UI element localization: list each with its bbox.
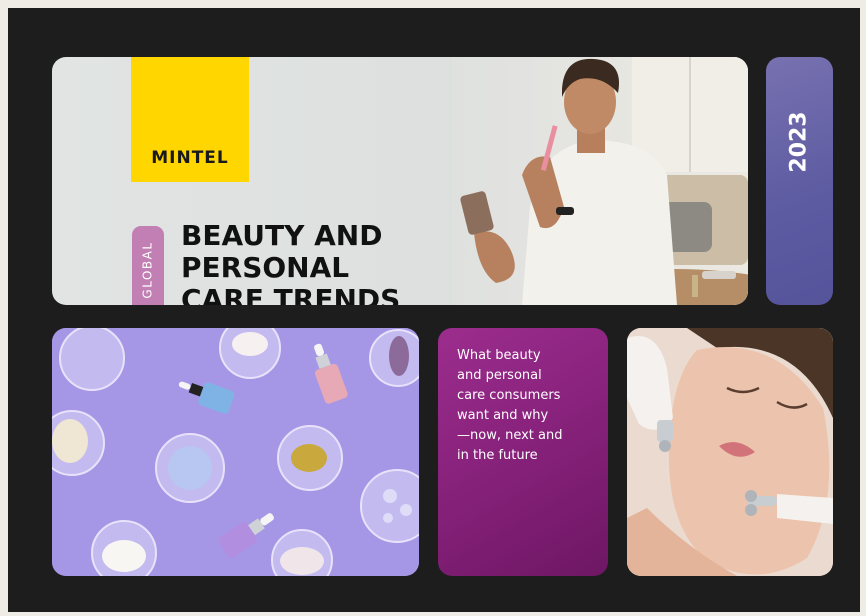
tagline-line: —now, next and bbox=[457, 428, 563, 443]
hero-banner: MINTEL GLOBAL BEAUTY AND PERSONAL CARE T… bbox=[52, 57, 748, 305]
tagline-line: want and why bbox=[457, 408, 549, 423]
tagline-line: What beauty bbox=[457, 348, 541, 363]
man-applying-makeup-photo bbox=[452, 57, 748, 305]
global-badge-label: GLOBAL bbox=[141, 241, 156, 299]
tagline-line: in the future bbox=[457, 448, 538, 463]
report-title-line: PERSONAL bbox=[181, 251, 350, 284]
report-cover: MINTEL GLOBAL BEAUTY AND PERSONAL CARE T… bbox=[8, 8, 860, 612]
facial-treatment-photo bbox=[627, 328, 833, 576]
tagline-line: care consumers bbox=[457, 388, 561, 403]
tagline-text: What beauty and personal care consumers … bbox=[457, 346, 607, 466]
skincare-products-photo-tile bbox=[52, 328, 419, 576]
report-title-line: CARE TRENDS bbox=[181, 283, 401, 306]
skincare-products-photo bbox=[52, 328, 419, 576]
report-title: BEAUTY AND PERSONAL CARE TRENDS bbox=[181, 219, 401, 306]
mintel-logo: MINTEL bbox=[131, 57, 249, 182]
tagline-tile: What beauty and personal care consumers … bbox=[438, 328, 608, 576]
facial-treatment-photo-tile bbox=[627, 328, 833, 576]
year-badge: 2023 bbox=[766, 57, 833, 305]
tagline-line: and personal bbox=[457, 368, 542, 383]
global-badge: GLOBAL bbox=[132, 226, 164, 305]
report-title-line: BEAUTY AND bbox=[181, 219, 383, 252]
mintel-logo-text: MINTEL bbox=[151, 148, 229, 168]
year-label: 2023 bbox=[786, 111, 812, 173]
